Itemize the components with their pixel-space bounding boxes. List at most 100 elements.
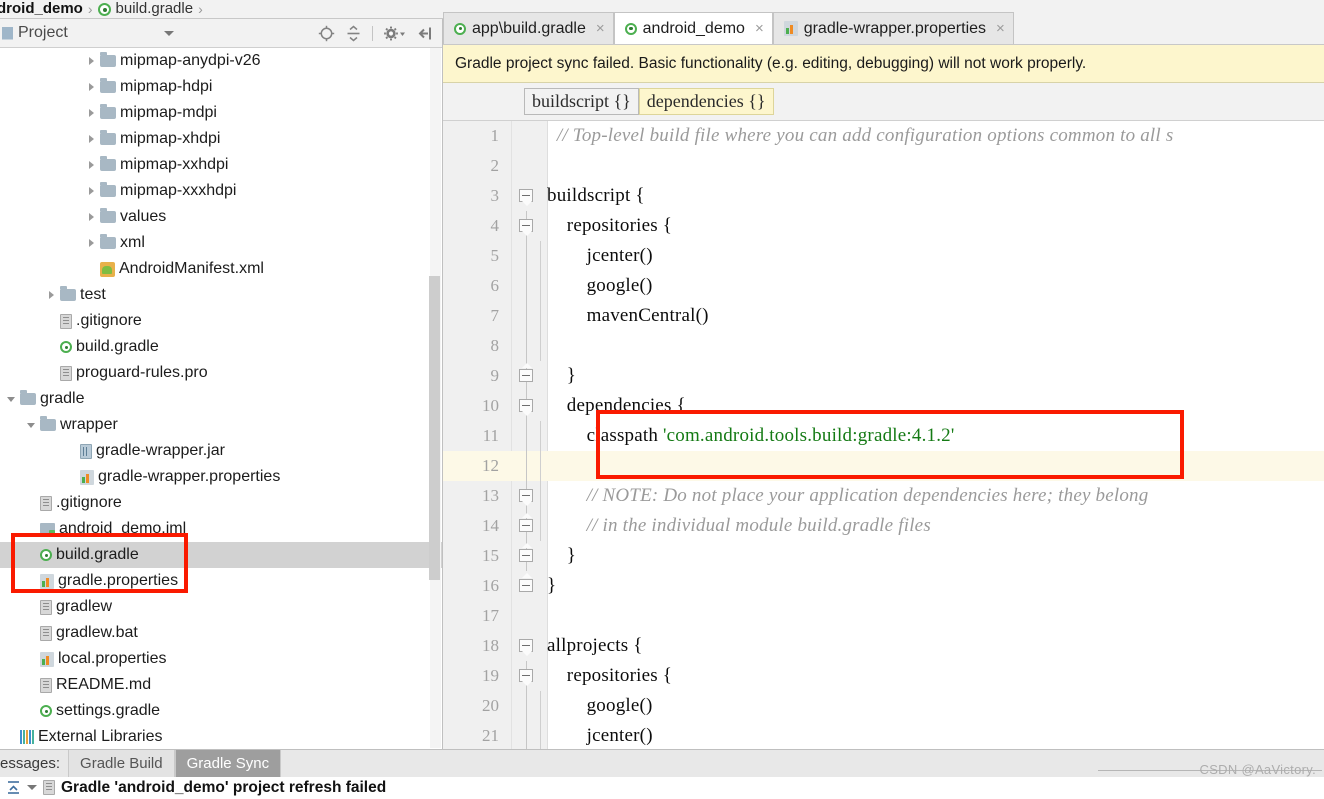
code-line[interactable]: 18 allprojects {	[443, 631, 1324, 661]
messages-tab[interactable]: Gradle Build	[68, 750, 175, 777]
editor-tab[interactable]: app\build.gradle ×	[443, 12, 614, 44]
tree-row[interactable]: values	[0, 204, 442, 230]
fold-gutter-cell[interactable]	[505, 631, 547, 661]
fold-gutter-cell[interactable]	[505, 511, 547, 541]
fold-collapse-down-icon[interactable]	[519, 639, 533, 656]
code-line[interactable]: 19 repositories {	[443, 661, 1324, 691]
fold-gutter-cell[interactable]	[505, 361, 547, 391]
code-line[interactable]: 17	[443, 601, 1324, 631]
tree-row[interactable]: android_demo.iml	[0, 516, 442, 542]
tree-row[interactable]: External Libraries	[0, 724, 442, 748]
code-line[interactable]: 11 classpath 'com.android.tools.build:gr…	[443, 421, 1324, 451]
structure-crumb[interactable]: dependencies {}	[638, 88, 774, 115]
fold-gutter-cell[interactable]	[505, 541, 547, 571]
messages-tab[interactable]: Gradle Sync	[174, 750, 282, 777]
tree-row[interactable]: mipmap-xxhdpi	[0, 152, 442, 178]
code-line[interactable]: 2	[443, 151, 1324, 181]
close-icon[interactable]: ×	[996, 21, 1005, 36]
code-line[interactable]: 21 jcenter()	[443, 721, 1324, 749]
project-panel-title-group[interactable]: Project	[2, 24, 68, 42]
locate-target-icon[interactable]	[318, 25, 335, 42]
chevron-down-icon[interactable]	[164, 30, 174, 36]
tree-scrollbar-thumb[interactable]	[429, 276, 440, 580]
editor-tab[interactable]: gradle-wrapper.properties ×	[772, 12, 1014, 44]
tree-row[interactable]: proguard-rules.pro	[0, 360, 442, 386]
tree-row[interactable]: README.md	[0, 672, 442, 698]
fold-gutter-cell[interactable]	[505, 271, 547, 301]
tree-scrollbar-track[interactable]	[429, 48, 441, 748]
fold-collapse-down-icon[interactable]	[519, 189, 533, 206]
breadcrumb-item-project[interactable]: droid_demo	[0, 1, 83, 17]
fold-gutter-cell[interactable]	[505, 121, 547, 151]
fold-gutter-cell[interactable]	[505, 571, 547, 601]
fold-gutter-cell[interactable]	[505, 691, 547, 721]
code-line[interactable]: 8	[443, 331, 1324, 361]
code-line[interactable]: 15 }	[443, 541, 1324, 571]
chevron-right-icon[interactable]	[84, 131, 100, 147]
chevron-down-icon[interactable]	[24, 417, 40, 433]
code-line[interactable]: 14 // in the individual module build.gra…	[443, 511, 1324, 541]
tree-row[interactable]: wrapper	[0, 412, 442, 438]
structure-crumb[interactable]: buildscript {}	[524, 88, 639, 115]
fold-collapse-down-icon[interactable]	[519, 399, 533, 416]
tree-row[interactable]: gradlew	[0, 594, 442, 620]
fold-gutter-cell[interactable]	[505, 181, 547, 211]
collapse-icon[interactable]	[6, 780, 21, 795]
fold-gutter-cell[interactable]	[505, 391, 547, 421]
editor-tab[interactable]: android_demo ×	[613, 12, 773, 44]
tree-row[interactable]: xml	[0, 230, 442, 256]
fold-gutter-cell[interactable]	[505, 721, 547, 749]
fold-collapse-down-icon[interactable]	[519, 489, 533, 506]
fold-gutter-cell[interactable]	[505, 481, 547, 511]
code-line[interactable]: 12	[443, 451, 1324, 481]
tree-row[interactable]: .gitignore	[0, 490, 442, 516]
close-icon[interactable]: ×	[755, 21, 764, 36]
tree-row[interactable]: .gitignore	[0, 308, 442, 334]
close-icon[interactable]: ×	[596, 21, 605, 36]
fold-gutter-cell[interactable]	[505, 421, 547, 451]
code-line[interactable]: 3 buildscript {	[443, 181, 1324, 211]
collapse-all-icon[interactable]	[345, 25, 362, 42]
tree-row[interactable]: build.gradle	[0, 542, 442, 568]
code-line[interactable]: 5 jcenter()	[443, 241, 1324, 271]
code-line[interactable]: 20 google()	[443, 691, 1324, 721]
tree-row[interactable]: mipmap-xhdpi	[0, 126, 442, 152]
code-line[interactable]: 10 dependencies {	[443, 391, 1324, 421]
fold-gutter-cell[interactable]	[505, 601, 547, 631]
chevron-right-icon[interactable]	[84, 105, 100, 121]
tree-row[interactable]: gradle.properties	[0, 568, 442, 594]
chevron-down-icon[interactable]	[4, 391, 20, 407]
fold-gutter-cell[interactable]	[505, 151, 547, 181]
tree-row[interactable]: mipmap-anydpi-v26	[0, 48, 442, 74]
fold-gutter-cell[interactable]	[505, 331, 547, 361]
tree-row[interactable]: mipmap-hdpi	[0, 74, 442, 100]
chevron-right-icon[interactable]	[84, 183, 100, 199]
hide-panel-icon[interactable]	[417, 25, 434, 42]
tree-row[interactable]: gradle-wrapper.properties	[0, 464, 442, 490]
code-line[interactable]: 9 }	[443, 361, 1324, 391]
gear-icon[interactable]	[383, 25, 407, 42]
fold-collapse-up-icon[interactable]	[519, 363, 533, 382]
chevron-right-icon[interactable]	[84, 53, 100, 69]
fold-gutter-cell[interactable]	[505, 211, 547, 241]
fold-collapse-up-icon[interactable]	[519, 573, 533, 592]
tree-row[interactable]: AndroidManifest.xml	[0, 256, 442, 282]
code-line[interactable]: 1 // Top-level build file where you can …	[443, 121, 1324, 151]
code-line[interactable]: 16}	[443, 571, 1324, 601]
fold-collapse-up-icon[interactable]	[519, 513, 533, 532]
project-tree[interactable]: mipmap-anydpi-v26 mipmap-hdpi mipmap-mdpi m…	[0, 48, 442, 748]
fold-gutter-cell[interactable]	[505, 241, 547, 271]
tree-row[interactable]: settings.gradle	[0, 698, 442, 724]
tree-row[interactable]: test	[0, 282, 442, 308]
tree-row[interactable]: mipmap-xxxhdpi	[0, 178, 442, 204]
tree-row[interactable]: local.properties	[0, 646, 442, 672]
breadcrumb-item-file[interactable]: build.gradle	[97, 1, 193, 17]
chevron-right-icon[interactable]	[84, 235, 100, 251]
fold-collapse-up-icon[interactable]	[519, 543, 533, 562]
fold-collapse-down-icon[interactable]	[519, 219, 533, 236]
fold-gutter-cell[interactable]	[505, 661, 547, 691]
fold-gutter-cell[interactable]	[505, 451, 547, 481]
tree-row[interactable]: gradlew.bat	[0, 620, 442, 646]
tree-row[interactable]: gradle	[0, 386, 442, 412]
code-line[interactable]: 13 // NOTE: Do not place your applicatio…	[443, 481, 1324, 511]
